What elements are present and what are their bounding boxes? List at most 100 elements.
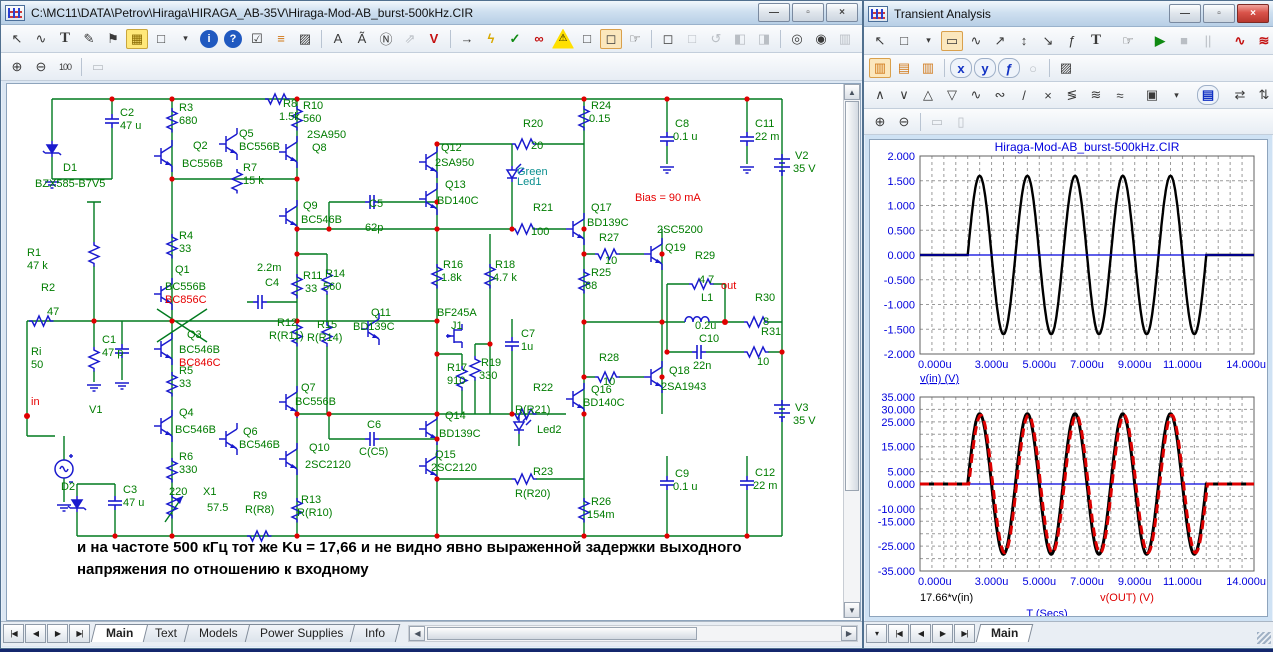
scroll-down-button[interactable]: ▼	[844, 602, 860, 618]
tab-power-supplies[interactable]: Power Supplies	[245, 624, 359, 642]
minimize-button[interactable]: —	[1169, 4, 1201, 23]
plot-tab-main[interactable]: Main	[976, 624, 1034, 642]
crossing-icon[interactable]: ≶	[1061, 85, 1083, 105]
select-mode-icon[interactable]: ↖	[6, 29, 28, 49]
show-voltage-icon[interactable]: V	[423, 29, 445, 49]
maximize-button[interactable]: ▫	[1203, 4, 1235, 23]
intersect-icon[interactable]: ×	[1037, 85, 1059, 105]
minimize-button[interactable]: —	[758, 3, 790, 22]
horizontal-tag-icon[interactable]: ↘	[1037, 31, 1059, 51]
page-edit-icon[interactable]: ▨	[294, 29, 316, 49]
find-component-icon[interactable]: ▦	[126, 29, 148, 49]
show-pin-connection-icon[interactable]: ∞	[528, 29, 550, 49]
find-repeat-icon[interactable]: ◉	[810, 29, 832, 49]
last-page-button[interactable]: ▶|	[954, 624, 975, 643]
next-page-button[interactable]: ▶	[47, 624, 68, 643]
attribute-text-toggle-icon[interactable]: A	[327, 29, 349, 49]
high-icon[interactable]: △	[917, 85, 939, 105]
tab-models[interactable]: Models	[184, 624, 253, 642]
box-select-icon[interactable]: ◻	[657, 29, 679, 49]
flag-mode-icon[interactable]: ⚑	[102, 29, 124, 49]
zoom-out-icon[interactable]: ⊖	[893, 112, 915, 132]
scroll-up-button[interactable]: ▲	[844, 84, 860, 100]
x-axis-settings-icon[interactable]: x	[950, 58, 972, 78]
low-icon[interactable]: ▽	[941, 85, 963, 105]
vertical-scroll-thumb[interactable]	[845, 101, 859, 491]
plot-panel[interactable]: Hiraga-Mod-AB_burst-500kHz.CIR2.0001.500…	[869, 139, 1268, 617]
wire-mode-icon[interactable]: ∿	[30, 29, 52, 49]
properties-icon[interactable]: ☞	[624, 29, 646, 49]
text-mode-icon[interactable]: T	[54, 29, 76, 49]
previous-page-button[interactable]: ◀	[25, 624, 46, 643]
first-page-button[interactable]: |◀	[888, 624, 909, 643]
y-axis-settings-icon[interactable]: y	[974, 58, 996, 78]
pan-x-axes-icon[interactable]: ⇄	[1229, 85, 1251, 105]
show-condition-icon[interactable]: ✓	[504, 29, 526, 49]
tab-info[interactable]: Info	[350, 624, 401, 642]
edit-limits-icon[interactable]: ▨	[1055, 58, 1077, 78]
shape-picker-icon[interactable]: □	[893, 31, 915, 51]
fx-settings-icon[interactable]: ƒ	[998, 58, 1020, 78]
node-numbers-toggle-icon[interactable]: Ⓝ	[375, 29, 397, 49]
valley-icon[interactable]: ∨	[893, 85, 915, 105]
close-button[interactable]: ×	[1237, 4, 1269, 23]
cursor-mode-icon[interactable]: ∿	[965, 31, 987, 51]
show-current-icon[interactable]: →	[456, 29, 478, 49]
first-page-button[interactable]: |◀	[3, 624, 24, 643]
clipboard-icon[interactable]: ▣	[1141, 85, 1163, 105]
tab-main[interactable]: Main	[91, 624, 149, 642]
zoom-out-icon[interactable]: ⊖	[30, 57, 52, 77]
last-page-button[interactable]: ▶|	[69, 624, 90, 643]
inflection-icon[interactable]: ∿	[965, 85, 987, 105]
shape-picker-dropdown[interactable]: ▾	[174, 29, 196, 49]
maximize-button[interactable]: ▫	[792, 3, 824, 22]
next-page-button[interactable]: ▶	[932, 624, 953, 643]
find-icon[interactable]: ◎	[786, 29, 808, 49]
pan-y-axes-icon[interactable]: ⇅	[1253, 85, 1273, 105]
scroll-right-button[interactable]: ▶	[841, 626, 857, 641]
new-page-icon[interactable]: □	[576, 29, 598, 49]
tokens-icon[interactable]: ≋	[1253, 31, 1273, 51]
zoom-in-icon[interactable]: ⊕	[6, 57, 28, 77]
close-button[interactable]: ×	[826, 3, 858, 22]
warning-icon[interactable]: ⚠	[552, 29, 574, 49]
help-mode-icon[interactable]: ?	[224, 30, 242, 48]
envelope-bottom-icon[interactable]: ≈	[1109, 85, 1131, 105]
peak-icon[interactable]: ∧	[869, 85, 891, 105]
shape-picker-icon[interactable]: □	[150, 29, 172, 49]
vertical-tag-icon[interactable]: ↕	[1013, 31, 1035, 51]
resize-grip[interactable]	[1257, 632, 1271, 644]
split-text-icon[interactable]: ≡	[270, 29, 292, 49]
data-points-icon[interactable]: ∿	[1229, 31, 1251, 51]
info-mode-icon[interactable]: i	[200, 30, 218, 48]
horizontal-scroll-thumb[interactable]	[427, 627, 697, 640]
graphics-mode-icon[interactable]: ✎	[78, 29, 100, 49]
single-plot-layout-icon[interactable]: ▥	[869, 58, 891, 78]
horizontal-scrollbar[interactable]: ◀ ▶	[408, 625, 858, 642]
previous-page-button[interactable]: ◀	[910, 624, 931, 643]
scroll-left-button[interactable]: ◀	[409, 626, 425, 641]
point-tag-icon[interactable]: ↗	[989, 31, 1011, 51]
run-icon[interactable]: ▶	[1149, 31, 1171, 51]
scale-mode-icon[interactable]: ▭	[941, 31, 963, 51]
horizontal-plot-layout-icon[interactable]: ▤	[893, 58, 915, 78]
formula-text-icon[interactable]: ƒ	[1061, 31, 1083, 51]
vertical-scrollbar[interactable]: ▲ ▼	[843, 84, 860, 618]
plot-select-dropdown[interactable]: ▾	[866, 624, 887, 643]
title-bar[interactable]: Transient Analysis —▫×	[864, 1, 1273, 27]
show-power-icon[interactable]: ϟ	[480, 29, 502, 49]
slope-icon[interactable]: /	[1013, 85, 1035, 105]
design-checklist-icon[interactable]: ☑	[246, 29, 268, 49]
properties-icon[interactable]: ☞	[1117, 31, 1139, 51]
numeric-output-icon[interactable]: ▤	[1197, 85, 1219, 105]
gmin-gmax-icon[interactable]: ∾	[989, 85, 1011, 105]
region-select-icon[interactable]: ◻	[600, 29, 622, 49]
text-mode-icon[interactable]: T	[1085, 31, 1107, 51]
schematic-canvas[interactable]: R147 kR247Ri50inV1D2C347 uC147 pC247 uD1…	[6, 83, 861, 621]
zoom-in-icon[interactable]: ⊕	[869, 112, 891, 132]
vertical-plot-layout-icon[interactable]: ▥	[917, 58, 939, 78]
zoom-100-icon[interactable]: 100	[54, 57, 76, 77]
title-bar[interactable]: C:\MC11\DATA\Petrov\Hiraga\HIRAGA_AB-35V…	[1, 1, 862, 25]
clipboard-dropdown[interactable]: ▾	[1165, 85, 1187, 105]
select-mode-icon[interactable]: ↖	[869, 31, 891, 51]
